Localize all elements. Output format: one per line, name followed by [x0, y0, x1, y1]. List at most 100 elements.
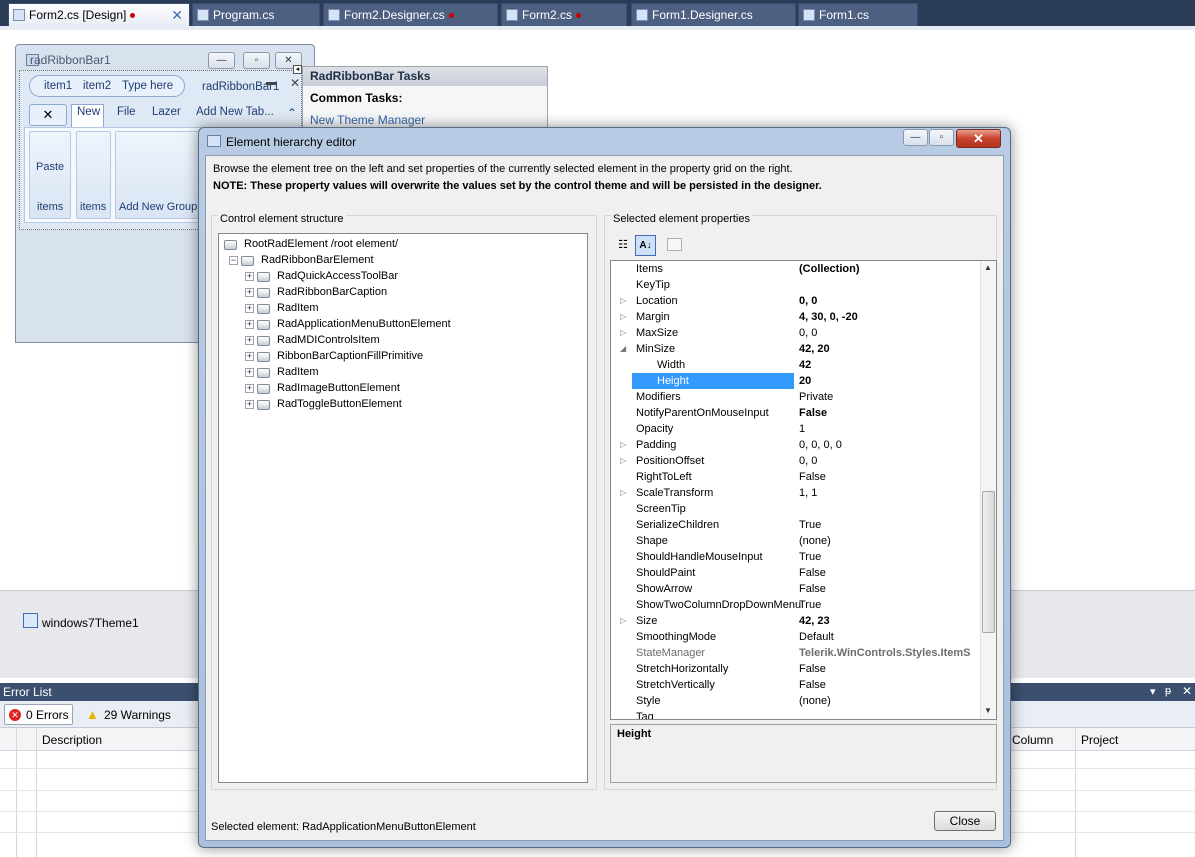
categorized-view-icon[interactable]: ☷ [613, 236, 633, 256]
property-value[interactable]: False [799, 661, 981, 677]
property-value[interactable]: 0, 0, 0, 0 [799, 437, 981, 453]
property-row[interactable]: Height 20 [611, 373, 981, 389]
property-row[interactable]: ▷ MaxSize 0, 0 [611, 325, 981, 341]
tab-4[interactable]: Form1.Designer.cs [631, 3, 796, 26]
property-pages-icon[interactable] [667, 238, 682, 251]
form-minimize-button[interactable]: — [208, 52, 235, 69]
property-value[interactable]: False [799, 581, 981, 597]
expand-icon[interactable]: + [245, 368, 254, 377]
alphabetical-sort-icon[interactable]: A↓ [635, 235, 656, 256]
expand-icon[interactable]: + [245, 352, 254, 361]
property-row[interactable]: ▷ Margin 4, 30, 0, -20 [611, 309, 981, 325]
property-row[interactable]: RightToLeft False [611, 469, 981, 485]
property-row[interactable]: ShouldHandleMouseInput True [611, 549, 981, 565]
property-row[interactable]: ShowTwoColumnDropDownMenu True [611, 597, 981, 613]
property-row[interactable]: Shape (none) [611, 533, 981, 549]
property-row[interactable]: ▷ Padding 0, 0, 0, 0 [611, 437, 981, 453]
application-menu-button[interactable]: ✕ [29, 104, 67, 126]
property-value[interactable]: 42, 23 [799, 613, 981, 629]
property-row[interactable]: Tag [611, 709, 981, 719]
form-maximize-button[interactable]: ▫ [243, 52, 270, 69]
scroll-down-icon[interactable]: ▼ [984, 706, 992, 715]
new-theme-manager-link[interactable]: New Theme Manager [310, 113, 425, 127]
expand-icon[interactable]: ▷ [620, 293, 626, 309]
qat-item-1[interactable]: item1 [44, 76, 72, 96]
dialog-minimize-button[interactable]: — [903, 129, 928, 146]
property-value[interactable]: 0, 0 [799, 293, 981, 309]
tree-node[interactable]: RadApplicationMenuButtonElement [277, 317, 451, 332]
property-value[interactable]: 1 [799, 421, 981, 437]
tree-node[interactable]: RadItem [277, 301, 319, 316]
property-value[interactable]: True [799, 597, 981, 613]
property-row[interactable]: SerializeChildren True [611, 517, 981, 533]
tab-3[interactable]: Form2.cs [501, 3, 627, 26]
property-value[interactable]: (none) [799, 693, 981, 709]
property-row[interactable]: ScreenTip [611, 501, 981, 517]
qat-type-here[interactable]: Type here [122, 76, 173, 96]
property-row[interactable]: StateManager Telerik.WinControls.Styles.I… [611, 645, 981, 661]
property-value[interactable]: Default [799, 629, 981, 645]
dialog-maximize-button[interactable]: ▫ [929, 129, 954, 146]
ribbon-tab-new[interactable]: New [77, 106, 100, 118]
property-row[interactable]: ▷ PositionOffset 0, 0 [611, 453, 981, 469]
property-value[interactable]: 42, 20 [799, 341, 981, 357]
property-value[interactable]: True [799, 549, 981, 565]
property-row[interactable]: Width 42 [611, 357, 981, 373]
expand-icon[interactable]: + [245, 304, 254, 313]
property-row[interactable]: NotifyParentOnMouseInput False [611, 405, 981, 421]
property-row[interactable]: KeyTip [611, 277, 981, 293]
tab-5[interactable]: Form1.cs [798, 3, 918, 26]
property-value[interactable]: 0, 0 [799, 453, 981, 469]
property-row[interactable]: Items (Collection) [611, 261, 981, 277]
paste-button[interactable]: Paste [36, 161, 64, 173]
scrollbar-thumb[interactable] [982, 491, 995, 633]
tree-node[interactable]: RootRadElement /root element/ [244, 237, 398, 252]
ribbon-tab-file[interactable]: File [117, 106, 136, 118]
tree-node[interactable]: RadItem [277, 365, 319, 380]
property-value[interactable]: (none) [799, 533, 981, 549]
window-position-icon[interactable]: ▾ [1150, 685, 1156, 698]
close-button[interactable]: Close [934, 811, 996, 831]
ribbon-collapse-icon[interactable]: ⌃ [287, 106, 297, 120]
expand-icon[interactable]: ▷ [620, 437, 626, 453]
tree-node[interactable]: RadToggleButtonElement [277, 397, 402, 412]
property-value[interactable]: (Collection) [799, 261, 981, 277]
description-column-header[interactable]: Description [42, 733, 102, 747]
tree-node[interactable]: RadRibbonBarElement [261, 253, 374, 268]
tab-0[interactable]: Form2.cs [Design] ✕ [8, 3, 190, 26]
expand-icon[interactable]: + [245, 272, 254, 281]
property-row[interactable]: ShouldPaint False [611, 565, 981, 581]
auto-hide-pin-icon[interactable]: ᵽ [1165, 685, 1171, 697]
property-value[interactable]: False [799, 565, 981, 581]
property-value[interactable]: 42 [799, 357, 981, 373]
property-grid-scrollbar[interactable]: ▲ ▼ [980, 261, 996, 719]
property-value[interactable]: 0, 0 [799, 325, 981, 341]
property-row[interactable]: StretchVertically False [611, 677, 981, 693]
property-value[interactable]: True [799, 517, 981, 533]
scroll-up-icon[interactable]: ▲ [984, 263, 992, 272]
expand-icon[interactable]: + [245, 320, 254, 329]
smart-tag-glyph-icon[interactable]: ◂ [293, 65, 302, 74]
property-row[interactable]: Style (none) [611, 693, 981, 709]
element-tree[interactable]: RootRadElement /root element/− RadRibbonB… [218, 233, 588, 783]
tree-node[interactable]: RibbonBarCaptionFillPrimitive [277, 349, 423, 364]
warnings-count[interactable]: 29 Warnings [104, 708, 171, 722]
project-column-header[interactable]: Project [1081, 733, 1118, 747]
tab-1[interactable]: Program.cs [192, 3, 320, 26]
error-list-close-icon[interactable]: ✕ [1182, 684, 1192, 698]
property-value[interactable]: 4, 30, 0, -20 [799, 309, 981, 325]
property-row[interactable]: Opacity 1 [611, 421, 981, 437]
ribbon-tab-lazer[interactable]: Lazer [152, 106, 181, 118]
expand-icon[interactable]: ▷ [620, 485, 626, 501]
property-value[interactable]: 20 [799, 373, 981, 389]
mdi-close-icon[interactable]: ✕ [290, 76, 300, 90]
expanded-icon[interactable]: ◢ [620, 341, 626, 357]
property-value[interactable]: Private [799, 389, 981, 405]
property-row[interactable]: ▷ ScaleTransform 1, 1 [611, 485, 981, 501]
tree-node[interactable]: RadMDIControlsItem [277, 333, 380, 348]
property-row[interactable]: ▷ Size 42, 23 [611, 613, 981, 629]
expand-icon[interactable]: + [245, 384, 254, 393]
expand-icon[interactable]: ▷ [620, 325, 626, 341]
property-row[interactable]: Modifiers Private [611, 389, 981, 405]
tree-node[interactable]: RadQuickAccessToolBar [277, 269, 398, 284]
